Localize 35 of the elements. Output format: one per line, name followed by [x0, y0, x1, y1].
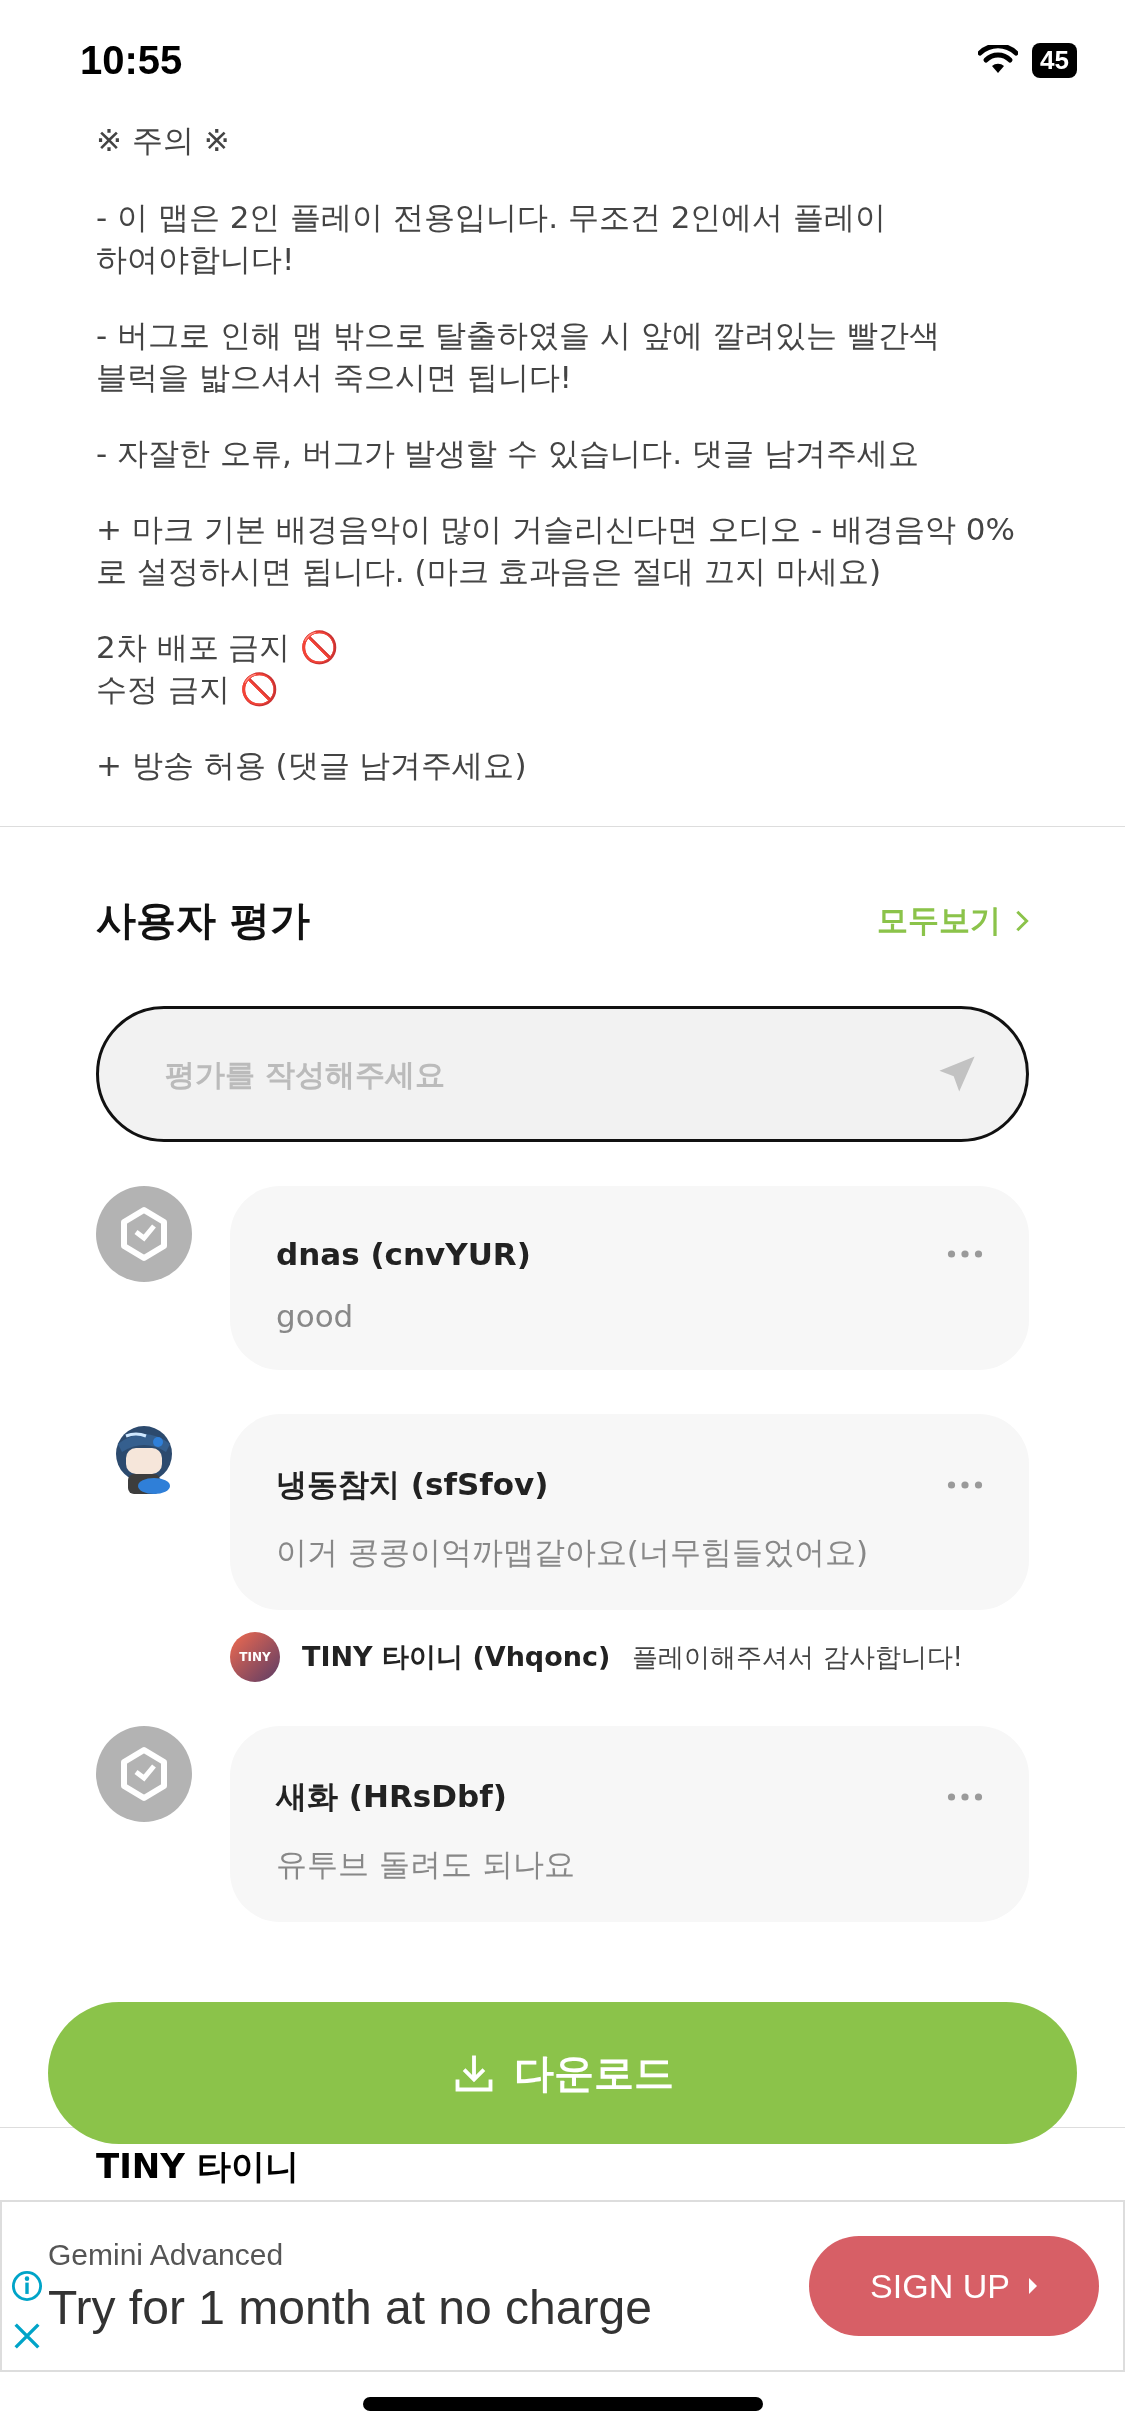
more-icon[interactable] — [947, 1792, 983, 1802]
section-title: TINY 타이니 — [96, 2145, 299, 2188]
ad-headline: Try for 1 month at no charge — [48, 2279, 652, 2335]
review-text: 이거 콩콩이억까맵같아요(너무힘들었어요) — [276, 1533, 869, 1572]
see-all-link[interactable]: 모두보기 — [877, 899, 1029, 942]
default-avatar-icon — [96, 1186, 192, 1282]
sign-up-button[interactable]: SIGN UP — [809, 2236, 1099, 2336]
reply-avatar: TINY — [230, 1632, 280, 1682]
notice-paragraph: - 이 맵은 2인 플레이 전용입니다. 무조건 2인에서 플레이 하여야합니다! — [96, 198, 888, 279]
more-icon[interactable] — [947, 1249, 983, 1259]
default-avatar-icon — [96, 1726, 192, 1822]
section-title: 사용자 평가 — [96, 896, 310, 945]
more-icon[interactable] — [947, 1480, 983, 1490]
reviewer-name: dnas (cnvYUR) — [276, 1236, 531, 1272]
reply-text: 플레이해주셔서 감사합니다! — [632, 1640, 963, 1674]
battery-level: 45 — [1032, 42, 1077, 78]
play-icon[interactable] — [1027, 2276, 1038, 2296]
review-text: good — [276, 1298, 354, 1334]
notice-paragraph: - 자잘한 오류, 버그가 발생할 수 있습니다. 댓글 남겨주세요 — [96, 434, 919, 473]
notice-title: ※ 주의 ※ — [96, 121, 230, 160]
review-text: 유투브 돌려도 되나요 — [276, 1845, 575, 1884]
notice-paragraph: + 마크 기본 배경음악이 많이 거슬리신다면 오디오 - 배경음악 0%로 설정하시면 됩니다. (마크 효과음은 절대 끄지 마세요) — [96, 510, 1017, 591]
download-button[interactable]: 다운로드 — [48, 2002, 1077, 2144]
ad-banner[interactable]: Gemini Advanced Try for 1 month at no charge SIGN UP — [0, 2200, 1125, 2372]
notice-paragraph: - 버그로 인해 맵 밖으로 탈출하였을 시 앞에 깔려있는 빨간색 블럭을 밟으셔서 죽으시면 됩니다! — [96, 316, 941, 397]
reviewer-name: 냉동참치 (sfSfov) — [276, 1465, 549, 1504]
wifi-icon — [978, 45, 1019, 75]
ad-brand: Gemini Advanced — [48, 2237, 284, 2272]
reply-name: TINY 타이니 (Vhqonc) — [302, 1640, 611, 1674]
notice-paragraph: + 방송 허용 (댓글 남겨주세요) — [96, 746, 527, 785]
chevron-right-icon[interactable] — [1015, 908, 1029, 933]
reviewer-name: 새화 (HRsDbf) — [276, 1777, 507, 1816]
info-icon[interactable] — [10, 2269, 44, 2303]
status-time: 10:55 — [80, 37, 183, 83]
notice-paragraph: 2차 배포 금지 🚫 수정 금지 🚫 — [96, 628, 340, 709]
